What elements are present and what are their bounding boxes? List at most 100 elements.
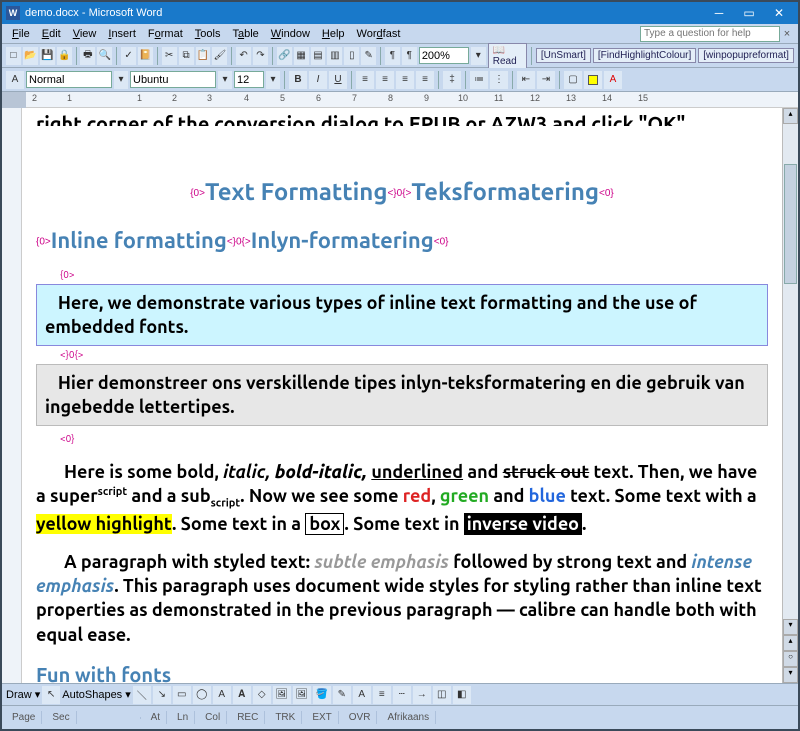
format-painter-icon[interactable]: 🖌 xyxy=(212,47,227,65)
zoom-dropdown-icon[interactable]: ▾ xyxy=(471,47,486,65)
style-dropdown-icon[interactable]: ▾ xyxy=(114,71,128,89)
winpopup-macro[interactable]: [winpopupreformat] xyxy=(698,48,794,63)
rectangle-icon[interactable]: ▭ xyxy=(173,686,191,704)
horizontal-ruler[interactable]: 2 1 1 2 3 4 5 6 7 8 9 10 11 12 13 14 15 xyxy=(2,92,798,108)
drawing-icon[interactable]: ✎ xyxy=(361,47,376,65)
font-dropdown-icon[interactable]: ▾ xyxy=(218,71,232,89)
menu-format[interactable]: Format xyxy=(142,26,189,42)
maximize-button[interactable]: ▭ xyxy=(734,3,764,23)
menu-view[interactable]: View xyxy=(67,26,103,42)
3d-icon[interactable]: ◧ xyxy=(453,686,471,704)
font-select[interactable] xyxy=(130,71,216,88)
menu-file[interactable]: File xyxy=(6,26,36,42)
columns-icon[interactable]: ▯ xyxy=(344,47,359,65)
clipart-icon[interactable]: 🖼 xyxy=(273,686,291,704)
draw-menu[interactable]: Draw ▾ xyxy=(6,688,40,701)
menu-help[interactable]: Help xyxy=(316,26,351,42)
copy-icon[interactable]: ⧉ xyxy=(179,47,194,65)
status-ext[interactable]: EXT xyxy=(306,711,338,724)
textbox-icon[interactable]: A xyxy=(213,686,231,704)
line-icon[interactable]: ＼ xyxy=(133,686,151,704)
oval-icon[interactable]: ◯ xyxy=(193,686,211,704)
redo-icon[interactable]: ↷ xyxy=(253,47,268,65)
fontsize-select[interactable] xyxy=(234,71,264,88)
bold-icon[interactable]: B xyxy=(289,71,307,89)
scroll-down-icon[interactable]: ▾ xyxy=(783,619,798,635)
hyperlink-icon[interactable]: 🔗 xyxy=(277,47,292,65)
select-objects-icon[interactable]: ↖ xyxy=(42,686,60,704)
status-ovr[interactable]: OVR xyxy=(343,711,378,724)
shadow-icon[interactable]: ◫ xyxy=(433,686,451,704)
status-lang[interactable]: Afrikaans xyxy=(381,711,436,724)
print-preview-icon[interactable]: 🔍 xyxy=(97,47,112,65)
open-icon[interactable]: 📂 xyxy=(23,47,38,65)
menu-edit[interactable]: Edit xyxy=(36,26,67,42)
line-color-icon[interactable]: ✎ xyxy=(333,686,351,704)
findhl-macro[interactable]: [FindHighlightColour] xyxy=(593,48,696,63)
line-style-icon[interactable]: ≡ xyxy=(373,686,391,704)
minimize-button[interactable]: ─ xyxy=(704,3,734,23)
zoom-input[interactable] xyxy=(419,47,469,64)
align-center-icon[interactable]: ≡ xyxy=(376,71,394,89)
font-color-icon[interactable]: A xyxy=(604,71,622,89)
status-rec[interactable]: REC xyxy=(231,711,265,724)
autoshapes-menu[interactable]: AutoShapes ▾ xyxy=(62,688,131,701)
italic-icon[interactable]: I xyxy=(309,71,327,89)
borders-icon[interactable]: ▢ xyxy=(564,71,582,89)
style-select[interactable] xyxy=(26,71,112,88)
highlight-icon[interactable] xyxy=(584,71,602,89)
help-search-input[interactable] xyxy=(640,26,780,42)
diagram-icon[interactable]: ◇ xyxy=(253,686,271,704)
vertical-ruler[interactable] xyxy=(2,108,22,683)
show-hide-icon[interactable]: ¶ xyxy=(402,47,417,65)
document-viewport[interactable]: right corner of the conversion dialog to… xyxy=(22,108,782,683)
excel-icon[interactable]: ▥ xyxy=(327,47,342,65)
font-color-draw-icon[interactable]: A xyxy=(353,686,371,704)
target-segment[interactable]: Hier demonstreer ons verskillende tipes … xyxy=(36,364,768,427)
spellcheck-icon[interactable]: ✓ xyxy=(121,47,136,65)
align-right-icon[interactable]: ≡ xyxy=(396,71,414,89)
print-icon[interactable]: 🖶 xyxy=(80,47,95,65)
increase-indent-icon[interactable]: ⇥ xyxy=(537,71,555,89)
tables-borders-icon[interactable]: ▦ xyxy=(294,47,309,65)
paste-icon[interactable]: 📋 xyxy=(196,47,211,65)
undo-icon[interactable]: ↶ xyxy=(236,47,251,65)
insert-table-icon[interactable]: ▤ xyxy=(311,47,326,65)
scroll-thumb[interactable] xyxy=(784,164,797,284)
styles-pane-icon[interactable]: A xyxy=(6,71,24,89)
unsmart-macro[interactable]: [UnSmart] xyxy=(536,48,591,63)
status-trk[interactable]: TRK xyxy=(269,711,302,724)
arrow-icon[interactable]: ↘ xyxy=(153,686,171,704)
browse-next-icon[interactable]: ▾ xyxy=(783,667,798,683)
numbering-icon[interactable]: ≔ xyxy=(470,71,488,89)
vertical-scrollbar[interactable]: ▴ ▾ ▴ ○ ▾ xyxy=(782,108,798,683)
arrow-style-icon[interactable]: → xyxy=(413,686,431,704)
menu-window[interactable]: Window xyxy=(265,26,316,42)
fill-color-icon[interactable]: 🪣 xyxy=(313,686,331,704)
scroll-up-icon[interactable]: ▴ xyxy=(783,108,798,124)
new-doc-icon[interactable]: □ xyxy=(6,47,21,65)
browse-object-icon[interactable]: ○ xyxy=(783,651,798,667)
save-icon[interactable]: 💾 xyxy=(40,47,55,65)
decrease-indent-icon[interactable]: ⇤ xyxy=(517,71,535,89)
menu-insert[interactable]: Insert xyxy=(102,26,142,42)
permission-icon[interactable]: 🔒 xyxy=(57,47,72,65)
menu-table[interactable]: Table xyxy=(226,26,264,42)
read-button[interactable]: 📖Read xyxy=(488,43,527,69)
justify-icon[interactable]: ≡ xyxy=(416,71,434,89)
line-spacing-icon[interactable]: ‡ xyxy=(443,71,461,89)
align-left-icon[interactable]: ≡ xyxy=(356,71,374,89)
underline-icon[interactable]: U xyxy=(329,71,347,89)
docmap-icon[interactable]: ¶ xyxy=(385,47,400,65)
browse-prev-icon[interactable]: ▴ xyxy=(783,635,798,651)
wordart-icon[interactable]: 𝐀 xyxy=(233,686,251,704)
cut-icon[interactable]: ✂ xyxy=(162,47,177,65)
research-icon[interactable]: 📔 xyxy=(138,47,153,65)
menu-wordfast[interactable]: Wordfast xyxy=(351,26,407,42)
menu-tools[interactable]: Tools xyxy=(189,26,227,42)
picture-icon[interactable]: 🖼 xyxy=(293,686,311,704)
bullets-icon[interactable]: ⋮ xyxy=(490,71,508,89)
dash-style-icon[interactable]: ┄ xyxy=(393,686,411,704)
doc-close-icon[interactable]: × xyxy=(780,28,794,40)
close-button[interactable]: ✕ xyxy=(764,3,794,23)
